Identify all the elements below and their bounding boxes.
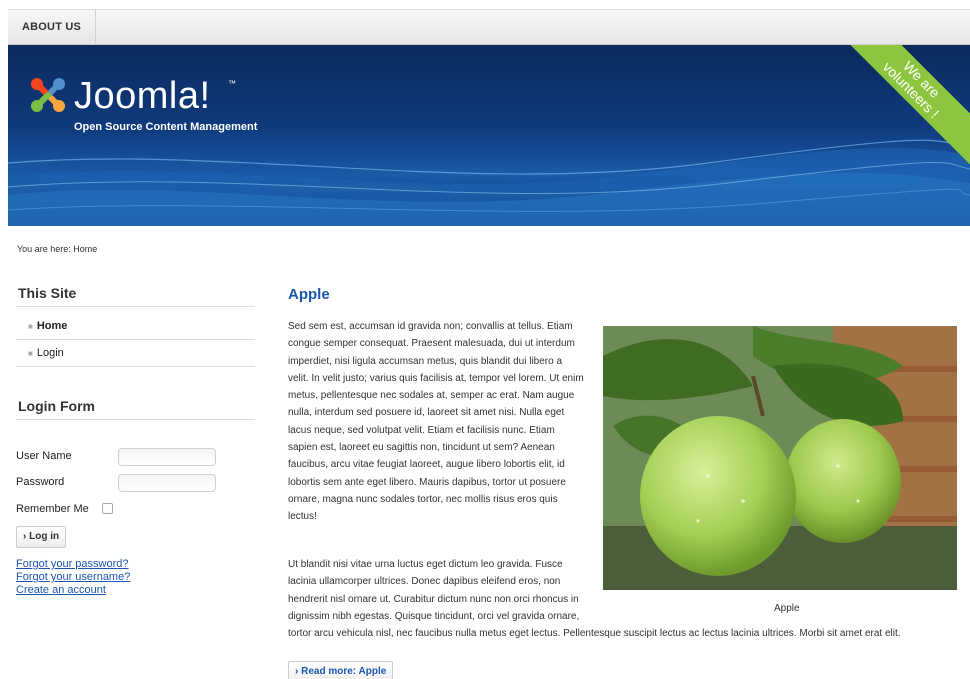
apple-image [603, 326, 957, 590]
bullet-icon: ■ [28, 349, 33, 358]
text-line: lobortis sem ante eget libero. Mauris da… [288, 476, 566, 488]
text-line: ornare, magna nunc sodales tortor, nec m… [288, 493, 558, 505]
remember-me-label: Remember Me [16, 503, 89, 515]
create-account-link[interactable]: Create an account [16, 584, 106, 596]
read-more-label: Read more: Apple [301, 666, 387, 677]
login-form-heading: Login Form [18, 398, 95, 414]
nav-about-us[interactable]: ABOUT US [8, 10, 97, 44]
arrow-icon: › [295, 666, 299, 677]
divider [16, 306, 255, 307]
logo-trademark: ™ [228, 79, 236, 88]
login-button[interactable]: › Log in [16, 526, 67, 548]
password-label: Password [16, 476, 65, 488]
bullet-icon: ■ [28, 322, 33, 331]
divider [16, 366, 255, 367]
banner-waves [8, 139, 970, 226]
forgot-password-link[interactable]: Forgot your password? [16, 558, 129, 570]
article-paragraph-1: Sed sem est, accumsan id gravida non; co… [288, 318, 608, 526]
text-line: dignissim nibh egestas. Quisque tincidun… [288, 610, 580, 622]
read-more-button[interactable]: › Read more: Apple [288, 661, 394, 679]
username-input[interactable] [118, 448, 216, 466]
username-label: User Name [16, 450, 72, 462]
menu-item-label: Home [36, 320, 68, 332]
password-input[interactable] [118, 474, 216, 492]
text-line: nulla, interdum sed posuere id, laoreet … [288, 407, 565, 419]
text-line: lacus neque, sed volutpat velit. Etiam e… [288, 424, 555, 436]
text-line: congue semper consequat. Praesent malesu… [288, 338, 575, 350]
menu-item-label: Login [36, 347, 64, 359]
joomla-logo-icon [31, 78, 65, 112]
remember-me-checkbox[interactable] [102, 503, 113, 514]
text-line: faucibus, arcu vitae feugiat laoreet, au… [288, 459, 565, 471]
text-line: sapien est, laoreet eu sagittis non, tin… [288, 442, 555, 454]
text-line: Sed sem est, accumsan id gravida non; co… [288, 321, 573, 332]
text-line: metus, pellentesque nec sodales at, semp… [288, 390, 575, 402]
divider [16, 419, 255, 420]
logo-wordmark: Joomla! [74, 75, 211, 117]
text-line: velit. In velit justo; varius quis facil… [288, 372, 584, 384]
login-button-label: Log in [29, 531, 60, 542]
article-title[interactable]: Apple [288, 286, 330, 303]
header-banner: Joomla! ™ Open Source Content Management… [8, 45, 970, 226]
breadcrumb: You are here: Home [17, 244, 98, 254]
menu-item-home[interactable]: ■ Home [28, 320, 67, 332]
text-line: imperdiet, nisi ligula accumsan metus, q… [288, 355, 563, 367]
menu-item-login[interactable]: ■ Login [28, 347, 64, 359]
forgot-username-link[interactable]: Forgot your username? [16, 571, 130, 583]
this-site-heading: This Site [18, 285, 77, 301]
text-line: lectus! [288, 511, 317, 523]
arrow-icon: › [23, 531, 27, 542]
image-caption: Apple [774, 603, 800, 614]
text-line: hendrerit nisl ornare ut. Curabitur dict… [288, 593, 579, 605]
top-navigation: ABOUT US [8, 9, 970, 45]
divider [16, 339, 255, 340]
text-line: tortor arcu vehicula nisl, nec faucibus … [288, 628, 901, 640]
logo-tagline: Open Source Content Management [74, 121, 258, 133]
